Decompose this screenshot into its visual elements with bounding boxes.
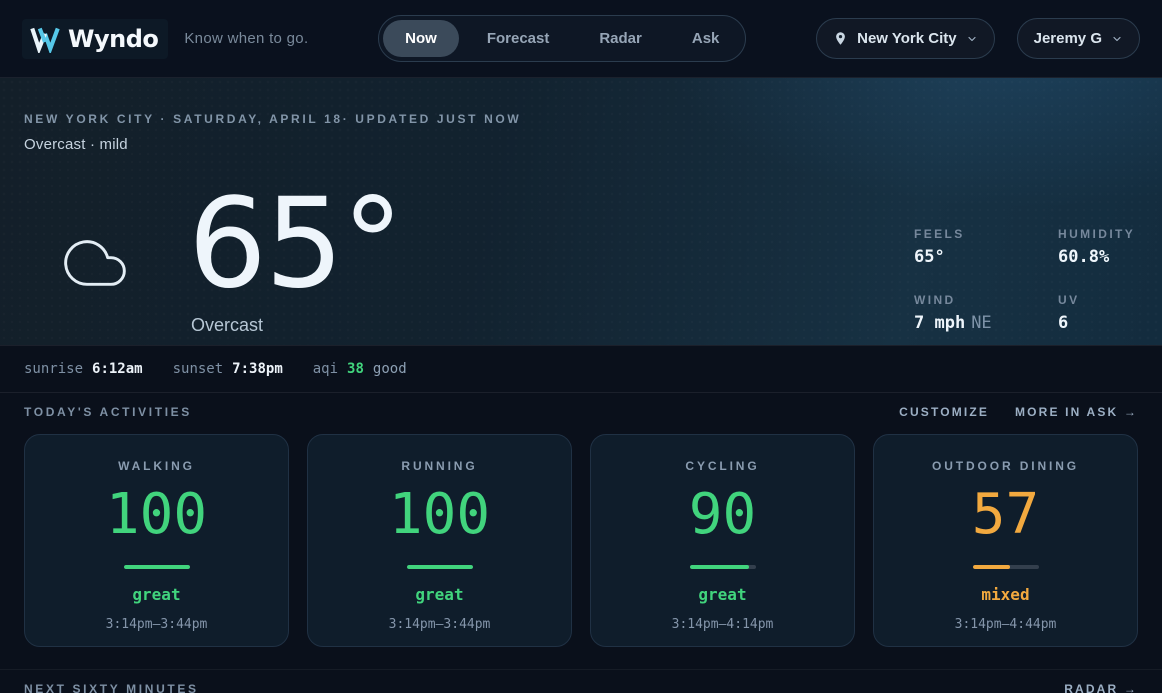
activity-status: mixed bbox=[981, 585, 1030, 604]
stat-value: 60.8% bbox=[1058, 247, 1110, 267]
activity-window: 3:14pm–4:14pm bbox=[671, 617, 774, 632]
wyndo-w-icon bbox=[30, 27, 60, 53]
stat-value: 6 bbox=[1058, 312, 1069, 333]
activity-status: great bbox=[415, 585, 464, 604]
brand-tagline: Know when to go. bbox=[184, 30, 309, 47]
sun-aqi-strip: sunrise 6:12am sunset 7:38pm aqi 38 good bbox=[0, 345, 1162, 393]
current-temperature: 65° bbox=[188, 172, 404, 316]
activity-card-running[interactable]: RUNNING 100 great 3:14pm–3:44pm bbox=[307, 434, 572, 647]
location-date-meta: NEW YORK CITY · SATURDAY, APRIL 18· UPDA… bbox=[24, 112, 522, 126]
activity-name: WALKING bbox=[118, 459, 195, 473]
tab-now[interactable]: Now bbox=[383, 20, 459, 57]
sunset-item: sunset 7:38pm bbox=[173, 361, 283, 377]
brand-name: Wyndo bbox=[68, 24, 159, 53]
brand-logo[interactable]: Wyndo bbox=[22, 18, 169, 59]
stat-wind: WIND 7 mph NE bbox=[914, 293, 1026, 337]
score-bar bbox=[406, 565, 473, 569]
location-selector[interactable]: New York City bbox=[816, 18, 995, 59]
sunrise-value: 6:12am bbox=[92, 361, 143, 377]
tab-forecast[interactable]: Forecast bbox=[465, 20, 572, 57]
chevron-down-icon bbox=[1113, 36, 1121, 41]
activities-header: TODAY'S ACTIVITIES CUSTOMIZE MORE IN ASK… bbox=[0, 393, 1162, 419]
aqi-item: aqi 38 good bbox=[313, 361, 407, 377]
top-nav-bar: Wyndo Know when to go. Now Forecast Rada… bbox=[0, 0, 1162, 78]
activities-title: TODAY'S ACTIVITIES bbox=[24, 405, 192, 419]
score-bar bbox=[123, 565, 190, 569]
activity-name: RUNNING bbox=[401, 459, 478, 473]
stat-value: 7 mph NE bbox=[914, 312, 992, 333]
activity-score: 100 bbox=[105, 482, 208, 547]
stat-humidity: HUMIDITY 60.8% bbox=[1058, 227, 1136, 271]
sunset-label: sunset bbox=[172, 361, 224, 377]
activity-name: CYCLING bbox=[685, 459, 760, 473]
stat-label: WIND bbox=[914, 292, 956, 307]
brand-area: Wyndo Know when to go. bbox=[22, 18, 309, 59]
nav-tab-group: Now Forecast Radar Ask bbox=[378, 15, 747, 62]
activity-status: great bbox=[132, 585, 181, 604]
activity-window: 3:14pm–4:44pm bbox=[954, 617, 1057, 632]
stats-grid: FEELS 65° HUMIDITY 60.8% WIND 7 mph NE UV… bbox=[914, 227, 1136, 336]
sunset-value: 7:38pm bbox=[232, 361, 283, 377]
tab-ask[interactable]: Ask bbox=[670, 20, 742, 57]
tab-radar[interactable]: Radar bbox=[577, 20, 664, 57]
aqi-label: aqi bbox=[312, 361, 339, 377]
temperature-block: 65° Overcast bbox=[188, 172, 404, 336]
score-bar bbox=[689, 565, 756, 569]
current-conditions-panel: NEW YORK CITY · SATURDAY, APRIL 18· UPDA… bbox=[0, 78, 1162, 345]
aqi-value: 38 bbox=[347, 361, 364, 377]
activity-window: 3:14pm–3:44pm bbox=[105, 617, 208, 632]
activity-score: 57 bbox=[971, 482, 1040, 547]
activity-card-outdoor-dining[interactable]: OUTDOOR DINING 57 mixed 3:14pm–4:44pm bbox=[873, 434, 1138, 647]
next-section-header: NEXT SIXTY MINUTES RADAR → bbox=[0, 669, 1162, 693]
user-label: Jeremy G bbox=[1033, 30, 1102, 47]
sunrise-label: sunrise bbox=[24, 361, 84, 377]
activity-score: 90 bbox=[688, 482, 757, 547]
chevron-down-icon bbox=[968, 36, 976, 41]
stat-uv: UV 6 bbox=[1058, 293, 1136, 337]
wind-direction: NE bbox=[971, 312, 992, 333]
activity-card-cycling[interactable]: CYCLING 90 great 3:14pm–4:14pm bbox=[590, 434, 855, 647]
activity-status: great bbox=[698, 585, 747, 604]
location-label: New York City bbox=[857, 30, 957, 47]
score-bar-fill bbox=[123, 565, 190, 569]
aqi-status: good bbox=[372, 361, 407, 377]
activity-card-walking[interactable]: WALKING 100 great 3:14pm–3:44pm bbox=[24, 434, 289, 647]
score-bar bbox=[972, 565, 1039, 569]
map-pin-icon bbox=[836, 32, 845, 45]
score-bar-fill bbox=[406, 565, 473, 569]
activity-score: 100 bbox=[388, 482, 491, 547]
activity-window: 3:14pm–3:44pm bbox=[388, 617, 491, 632]
activity-name: OUTDOOR DINING bbox=[932, 459, 1079, 473]
sunrise-item: sunrise 6:12am bbox=[24, 361, 143, 377]
score-bar-fill bbox=[972, 565, 1011, 569]
cloud-icon bbox=[64, 240, 126, 286]
stat-label: FEELS bbox=[914, 227, 965, 241]
temperature-row: 65° Overcast FEELS 65° HUMIDITY 60.8% WI… bbox=[24, 172, 1138, 336]
stat-label: UV bbox=[1058, 292, 1080, 307]
nav-right-controls: New York City Jeremy G bbox=[816, 18, 1140, 59]
stat-label: HUMIDITY bbox=[1058, 227, 1136, 241]
next-sixty-minutes-title: NEXT SIXTY MINUTES bbox=[24, 682, 199, 693]
radar-link[interactable]: RADAR → bbox=[1064, 682, 1138, 693]
activity-cards-row: WALKING 100 great 3:14pm–3:44pm RUNNING … bbox=[24, 434, 1138, 647]
stat-value: 65° bbox=[914, 247, 945, 267]
activities-links: CUSTOMIZE MORE IN ASK → bbox=[899, 405, 1138, 419]
user-menu[interactable]: Jeremy G bbox=[1016, 18, 1140, 59]
score-bar-fill bbox=[689, 565, 749, 569]
stat-feels: FEELS 65° bbox=[914, 227, 1026, 271]
conditions-summary: Overcast · mild bbox=[24, 136, 128, 153]
more-in-ask-link[interactable]: MORE IN ASK → bbox=[1015, 405, 1138, 419]
customize-button[interactable]: CUSTOMIZE bbox=[899, 405, 989, 419]
condition-label: Overcast bbox=[191, 315, 264, 336]
